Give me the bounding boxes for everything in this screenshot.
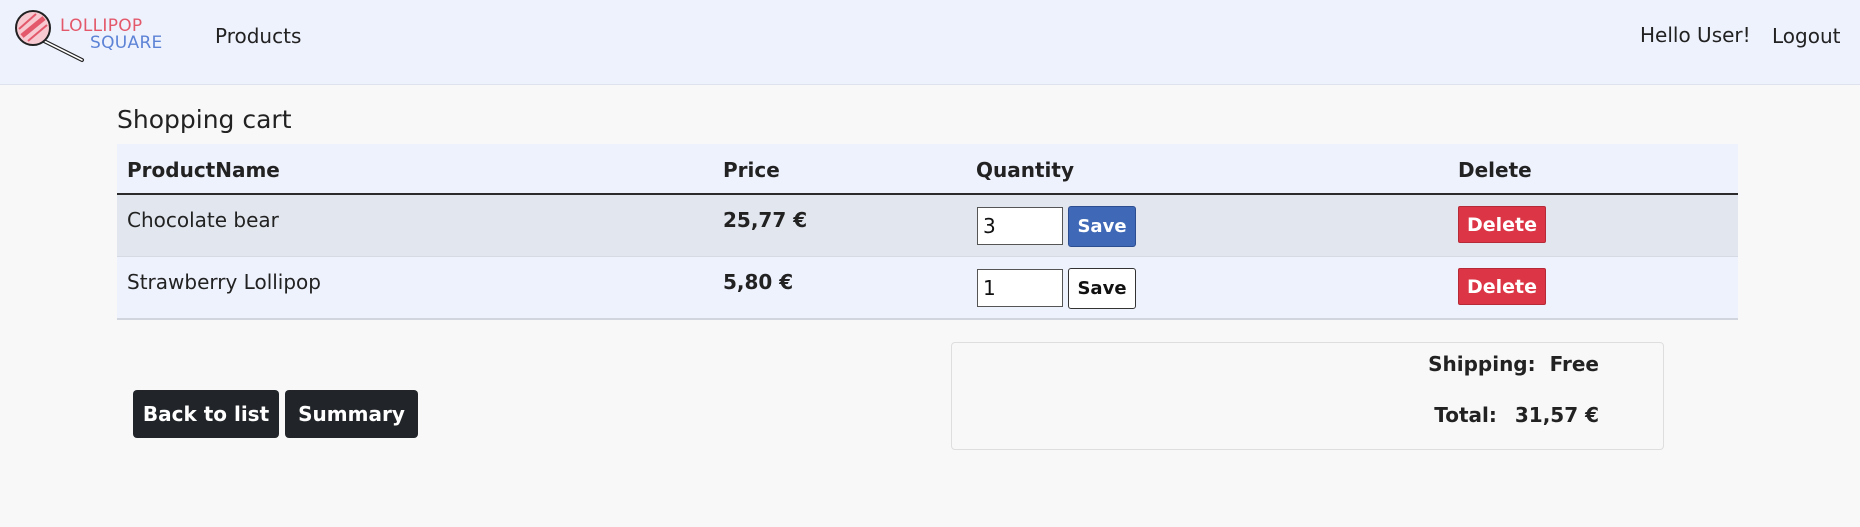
product-name: Strawberry Lollipop	[127, 270, 321, 294]
logout-link[interactable]: Logout	[1772, 24, 1840, 48]
shipping-value: Free	[1549, 352, 1599, 376]
header-product-name: ProductName	[127, 158, 280, 182]
quantity-input[interactable]	[977, 269, 1063, 307]
table-row: Chocolate bear 25,77 € Save Delete	[117, 195, 1738, 257]
nav-products-link[interactable]: Products	[215, 24, 301, 48]
page-title: Shopping cart	[117, 105, 292, 134]
header-quantity: Quantity	[976, 158, 1074, 182]
user-greeting: Hello User!	[1640, 23, 1751, 47]
quantity-input[interactable]	[977, 207, 1063, 245]
table-row: Strawberry Lollipop 5,80 € Save Delete	[117, 257, 1738, 320]
header-price: Price	[723, 158, 780, 182]
total-row: Total: 31,57 €	[1434, 403, 1599, 427]
shipping-row: Shipping: Free	[1428, 352, 1599, 376]
shipping-label: Shipping:	[1428, 352, 1536, 376]
table-header: ProductName Price Quantity Delete	[117, 144, 1738, 195]
total-value: 31,57 €	[1514, 403, 1599, 427]
product-price: 25,77 €	[723, 208, 808, 232]
summary-button[interactable]: Summary	[285, 390, 418, 438]
order-totals-panel: Shipping: Free Total: 31,57 €	[951, 342, 1664, 450]
delete-button[interactable]: Delete	[1458, 206, 1546, 243]
total-label: Total:	[1434, 403, 1497, 427]
product-price: 5,80 €	[723, 270, 794, 294]
brand-name-line2: SQUARE	[90, 33, 163, 53]
back-to-list-button[interactable]: Back to list	[133, 390, 279, 438]
save-quantity-button[interactable]: Save	[1068, 206, 1136, 247]
navbar: LOLLIPOP SQUARE Products Hello User! Log…	[0, 0, 1860, 85]
delete-button[interactable]: Delete	[1458, 268, 1546, 305]
header-delete: Delete	[1458, 158, 1532, 182]
save-quantity-button[interactable]: Save	[1068, 268, 1136, 309]
product-name: Chocolate bear	[127, 208, 279, 232]
brand-logo[interactable]: LOLLIPOP SQUARE	[14, 8, 174, 64]
